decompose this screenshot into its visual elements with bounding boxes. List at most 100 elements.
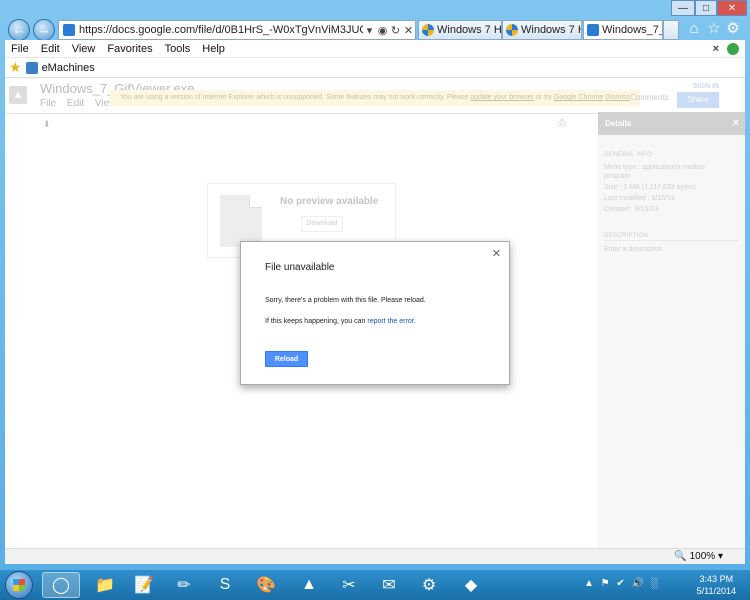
details-title: Details	[605, 119, 632, 128]
google-docs-icon	[587, 24, 599, 36]
doc-menu-file[interactable]: File	[40, 98, 56, 109]
new-tab-button[interactable]	[663, 20, 679, 40]
drive-logo-icon[interactable]: ▲	[9, 86, 27, 104]
menu-help[interactable]: Help	[202, 43, 225, 55]
description-label: DESCRIPTION	[604, 233, 649, 239]
favorites-star-icon[interactable]: ★	[9, 59, 22, 76]
taskbar-gear-icon[interactable]: ⚙	[410, 572, 448, 598]
tab-label: Windows 7 He...	[437, 24, 502, 36]
url-text[interactable]: https://docs.google.com/file/d/0B1HrS_-W…	[79, 24, 363, 36]
dismiss-link[interactable]: Dismiss	[605, 94, 630, 101]
back-button[interactable]: ←	[8, 19, 30, 41]
file-icon	[220, 195, 262, 247]
unsupported-browser-banner: You are using a version of Internet Expl…	[110, 90, 640, 106]
minimize-button[interactable]: —	[671, 0, 695, 16]
report-error-link[interactable]: report the error.	[367, 318, 415, 325]
description-divider	[604, 240, 739, 241]
details-panel: Details × GENERAL INFO Mime type : appli…	[598, 112, 745, 564]
site-favicon	[63, 24, 75, 36]
comments-button[interactable]: Comments	[630, 93, 669, 102]
address-bar[interactable]: https://docs.google.com/file/d/0B1HrS_-W…	[58, 20, 416, 40]
sign-in-link[interactable]: SIGN IN	[693, 83, 719, 90]
menu-edit[interactable]: Edit	[41, 43, 60, 55]
menu-file[interactable]: File	[11, 43, 29, 55]
file-unavailable-dialog: ✕ File unavailable Sorry, there's a prob…	[240, 241, 510, 385]
favorites-star-icon[interactable]: ☆	[705, 20, 723, 38]
dialog-message-2-text: If this keeps happening, you can	[265, 318, 366, 325]
tab-windows7-help-1[interactable]: Windows 7 He...	[418, 20, 502, 40]
windows-logo-icon	[422, 24, 434, 36]
download-arrow-icon[interactable]: ⬇	[43, 119, 51, 130]
file-size: Size : 1 MB (1,117,633 bytes)	[604, 184, 696, 191]
close-details-icon[interactable]: ×	[733, 112, 739, 135]
created-date: Created : 9/15/13	[604, 206, 659, 213]
lock-icon[interactable]: ◉	[376, 24, 389, 37]
chrome-link[interactable]: Google Chrome	[554, 94, 603, 101]
taskbar: ◯ 📁 📝 ✏ S 🎨 ▲ ✂ ✉ ⚙ ◆ ▲ ⚑ ✔ 🔊 ░ 3:43 PM …	[0, 570, 750, 600]
banner-or-text: or try	[535, 94, 552, 101]
close-dialog-icon[interactable]: ✕	[492, 247, 501, 260]
windows-logo-icon	[506, 24, 518, 36]
taskbar-ie-icon[interactable]: ◯	[42, 572, 80, 598]
no-preview-text: No preview available	[280, 196, 379, 207]
tab-windows7-help-2[interactable]: Windows 7 H...	[502, 20, 582, 40]
mime-type: Mime type : application/x-msdos-	[604, 164, 707, 171]
forward-arrow-icon: →	[37, 22, 51, 37]
dialog-message: Sorry, there's a problem with this file.…	[265, 297, 426, 304]
download-button[interactable]: Download	[301, 216, 343, 232]
taskbar-snagit-icon[interactable]: S	[206, 572, 244, 598]
back-arrow-icon: ←	[12, 22, 26, 37]
taskbar-explorer-icon[interactable]: 📁	[86, 572, 124, 598]
home-icon[interactable]: ⌂	[685, 20, 703, 38]
system-tray-icons[interactable]: ▲ ⚑ ✔ 🔊 ░	[584, 578, 660, 589]
reload-button[interactable]: Reload	[265, 351, 308, 367]
tab-label: Windows_7_...	[602, 24, 662, 36]
taskbar-paint-tools-icon[interactable]: ✏	[165, 572, 203, 598]
tab-active-document[interactable]: Windows_7_... ✕	[583, 20, 663, 40]
refresh-icon[interactable]: ↻	[389, 24, 402, 37]
menu-favorites[interactable]: Favorites	[107, 43, 152, 55]
close-window-button[interactable]: ✕	[717, 0, 747, 16]
share-button[interactable]: Share	[677, 92, 719, 108]
update-browser-link[interactable]: update your browser	[470, 94, 534, 101]
dialog-message-2: If this keeps happening, you can report …	[265, 318, 416, 325]
dialog-title: File unavailable	[265, 262, 335, 273]
taskbar-malwarebytes-icon[interactable]: ◆	[452, 572, 490, 598]
zoom-text: 100%	[689, 551, 716, 562]
doc-header: ▲ Windows_7_GifViewer.exe File Edit View…	[5, 78, 745, 114]
emachines-icon	[25, 61, 38, 74]
stop-icon[interactable]: ✕	[402, 24, 415, 37]
page-content: ▲ Windows_7_GifViewer.exe File Edit View…	[5, 78, 745, 564]
general-info-label: GENERAL INFO	[604, 152, 653, 158]
last-modified: Last modified : 9/15/13	[604, 195, 675, 202]
tab-label: Windows 7 H...	[521, 24, 581, 36]
zoom-level[interactable]: 🔍 100% ▾	[674, 551, 723, 562]
addon-icon[interactable]	[727, 42, 739, 55]
description-input[interactable]: Enter a description	[604, 246, 662, 253]
details-header: Details ×	[598, 112, 745, 135]
forward-button[interactable]: →	[33, 19, 55, 41]
menu-tools[interactable]: Tools	[165, 43, 191, 55]
clock[interactable]: 3:43 PM 5/11/2014	[697, 573, 736, 597]
taskbar-notes-icon[interactable]: 📝	[125, 572, 163, 598]
clock-time: 3:43 PM	[699, 574, 734, 584]
favorite-link-emachines[interactable]: eMachines	[42, 62, 95, 74]
menu-view[interactable]: View	[72, 43, 96, 55]
taskbar-paint-icon[interactable]: 🎨	[247, 572, 285, 598]
maximize-button[interactable]: □	[695, 0, 717, 16]
start-button[interactable]	[5, 571, 33, 599]
doc-menu-edit[interactable]: Edit	[67, 98, 84, 109]
status-bar: 🔍 100% ▾	[5, 548, 745, 564]
taskbar-snipping-icon[interactable]: ✂	[330, 572, 368, 598]
print-icon[interactable]: ⎙	[558, 118, 566, 129]
zoom-icon: 🔍	[674, 551, 687, 562]
close-menubar-icon[interactable]: ×	[713, 43, 719, 55]
dropdown-icon[interactable]: ▾	[363, 24, 376, 37]
mime-type-cont: program	[604, 173, 631, 180]
banner-text: You are using a version of Internet Expl…	[120, 94, 469, 101]
favorites-bar: ★ eMachines	[5, 58, 745, 78]
taskbar-mail-icon[interactable]: ✉	[370, 572, 408, 598]
clock-date: 5/11/2014	[696, 586, 736, 596]
taskbar-app-icon[interactable]: ▲	[290, 572, 328, 598]
settings-gear-icon[interactable]: ⚙	[724, 20, 742, 38]
